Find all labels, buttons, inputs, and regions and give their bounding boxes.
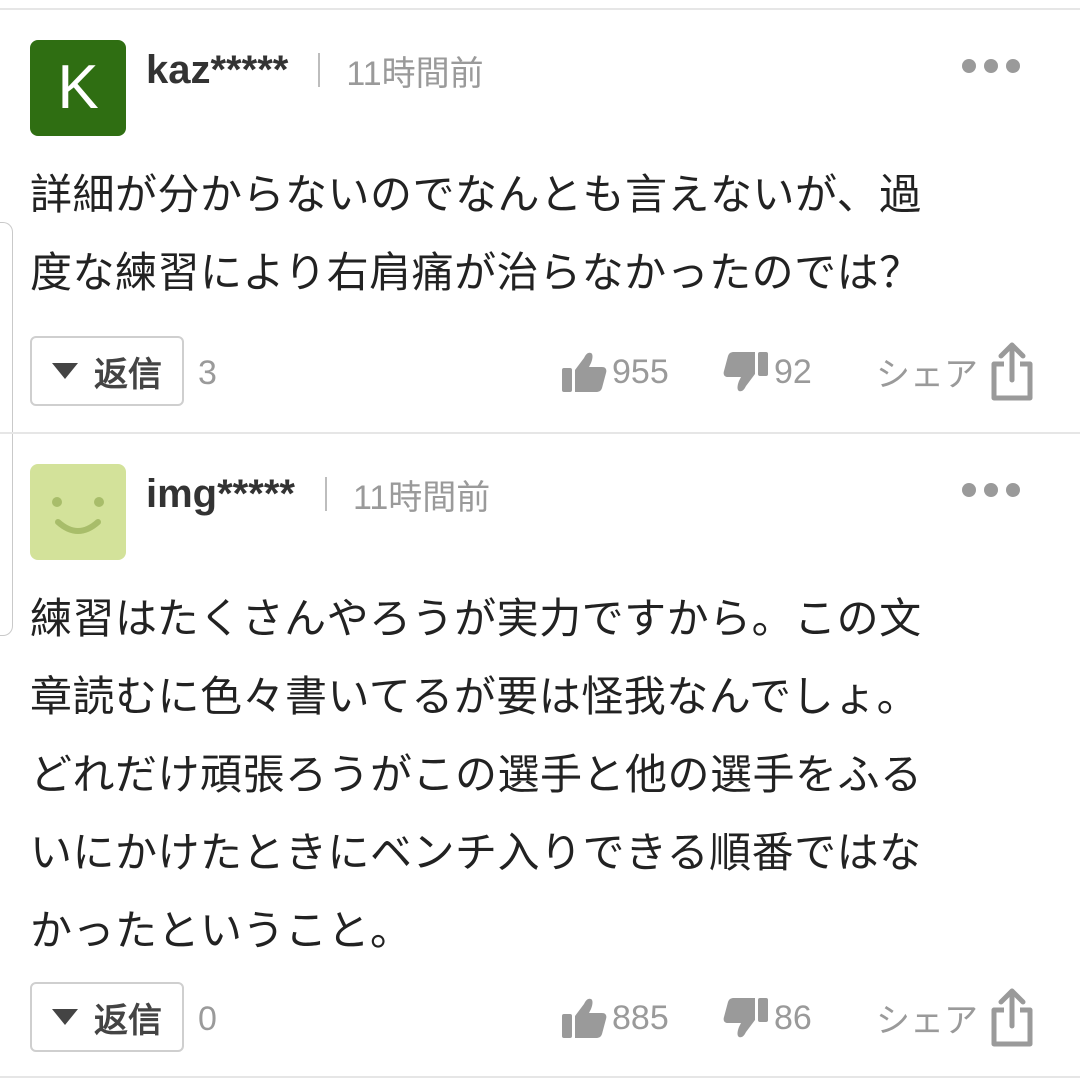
like-button[interactable]: 955	[560, 350, 669, 394]
share-label: シェア	[876, 1000, 978, 1041]
dislike-button[interactable]: 86	[722, 996, 812, 1040]
letter-avatar-icon: K	[57, 53, 99, 122]
reply-label: 返信	[94, 354, 162, 395]
more-options-icon[interactable]	[962, 58, 1028, 82]
thumbs-up-icon	[562, 998, 607, 1038]
comment-line: 詳細が分からないのでなんとも言えないが、過	[30, 170, 922, 219]
thumbs-down-icon	[723, 998, 768, 1038]
share-button[interactable]: シェア	[876, 986, 1036, 1048]
user-avatar[interactable]	[30, 464, 126, 560]
share-button[interactable]: シェア	[876, 340, 1036, 402]
reply-button[interactable]: 返信	[30, 336, 184, 406]
comment-line: 度な練習により右肩痛が治らなかったのでは？	[30, 248, 922, 297]
comment-header: img***** 11時間前	[146, 464, 490, 524]
comment-item: img***** 11時間前 練習はたくさんやろうが実力ですから。この文 章読む…	[0, 434, 1080, 1078]
timestamp: 11時間前	[346, 54, 484, 93]
comment-header: kaz***** 11時間前	[146, 40, 484, 100]
user-avatar[interactable]: K	[30, 40, 126, 136]
share-icon	[991, 342, 1033, 401]
dislike-count: 86	[774, 998, 812, 1037]
reply-count: 3	[198, 354, 217, 392]
comment-line: かったということ。	[30, 906, 413, 955]
header-separator	[324, 477, 327, 511]
timestamp: 11時間前	[352, 478, 491, 517]
comment-line: どれだけ頑張ろうがこの選手と他の選手をふる	[30, 750, 923, 799]
comment-line: 練習はたくさんやろうが実力ですから。この文	[30, 594, 922, 643]
comment-actions: 返信 0 885 86 シェア	[30, 982, 1048, 1054]
reply-count: 0	[198, 1000, 217, 1038]
thumbs-up-icon	[562, 352, 607, 392]
like-count: 955	[612, 352, 669, 391]
dislike-count: 92	[774, 352, 812, 391]
comment-actions: 返信 3 955 92 シェア	[30, 336, 1048, 408]
header-separator	[318, 53, 321, 87]
comment-body: 練習はたくさんやろうが実力ですから。この文 章読むに色々書いてるが要は怪我なんで…	[30, 580, 1040, 970]
comment-line: 章読むに色々書いてるが要は怪我なんでしょ。	[30, 672, 920, 721]
reply-label: 返信	[94, 1000, 162, 1041]
dislike-button[interactable]: 92	[722, 350, 812, 394]
share-icon	[991, 988, 1033, 1047]
more-options-icon[interactable]	[962, 482, 1028, 506]
triangle-down-icon	[52, 1009, 78, 1025]
smiley-avatar-icon	[52, 497, 104, 534]
share-label: シェア	[876, 354, 978, 395]
comment-line: いにかけたときにベンチ入りできる順番ではな	[30, 828, 922, 877]
username[interactable]: img*****	[146, 472, 295, 517]
username[interactable]: kaz*****	[146, 48, 288, 93]
like-button[interactable]: 885	[560, 996, 669, 1040]
comment-list: K kaz***** 11時間前 詳細が分からないのでなんとも言えないが、過 度…	[0, 0, 1080, 1078]
reply-button[interactable]: 返信	[30, 982, 184, 1052]
thumbs-down-icon	[723, 352, 768, 392]
comment-body: 詳細が分からないのでなんとも言えないが、過 度な練習により右肩痛が治らなかったの…	[30, 156, 1040, 312]
triangle-down-icon	[52, 363, 78, 379]
comment-item: K kaz***** 11時間前 詳細が分からないのでなんとも言えないが、過 度…	[0, 10, 1080, 434]
like-count: 885	[612, 998, 669, 1037]
